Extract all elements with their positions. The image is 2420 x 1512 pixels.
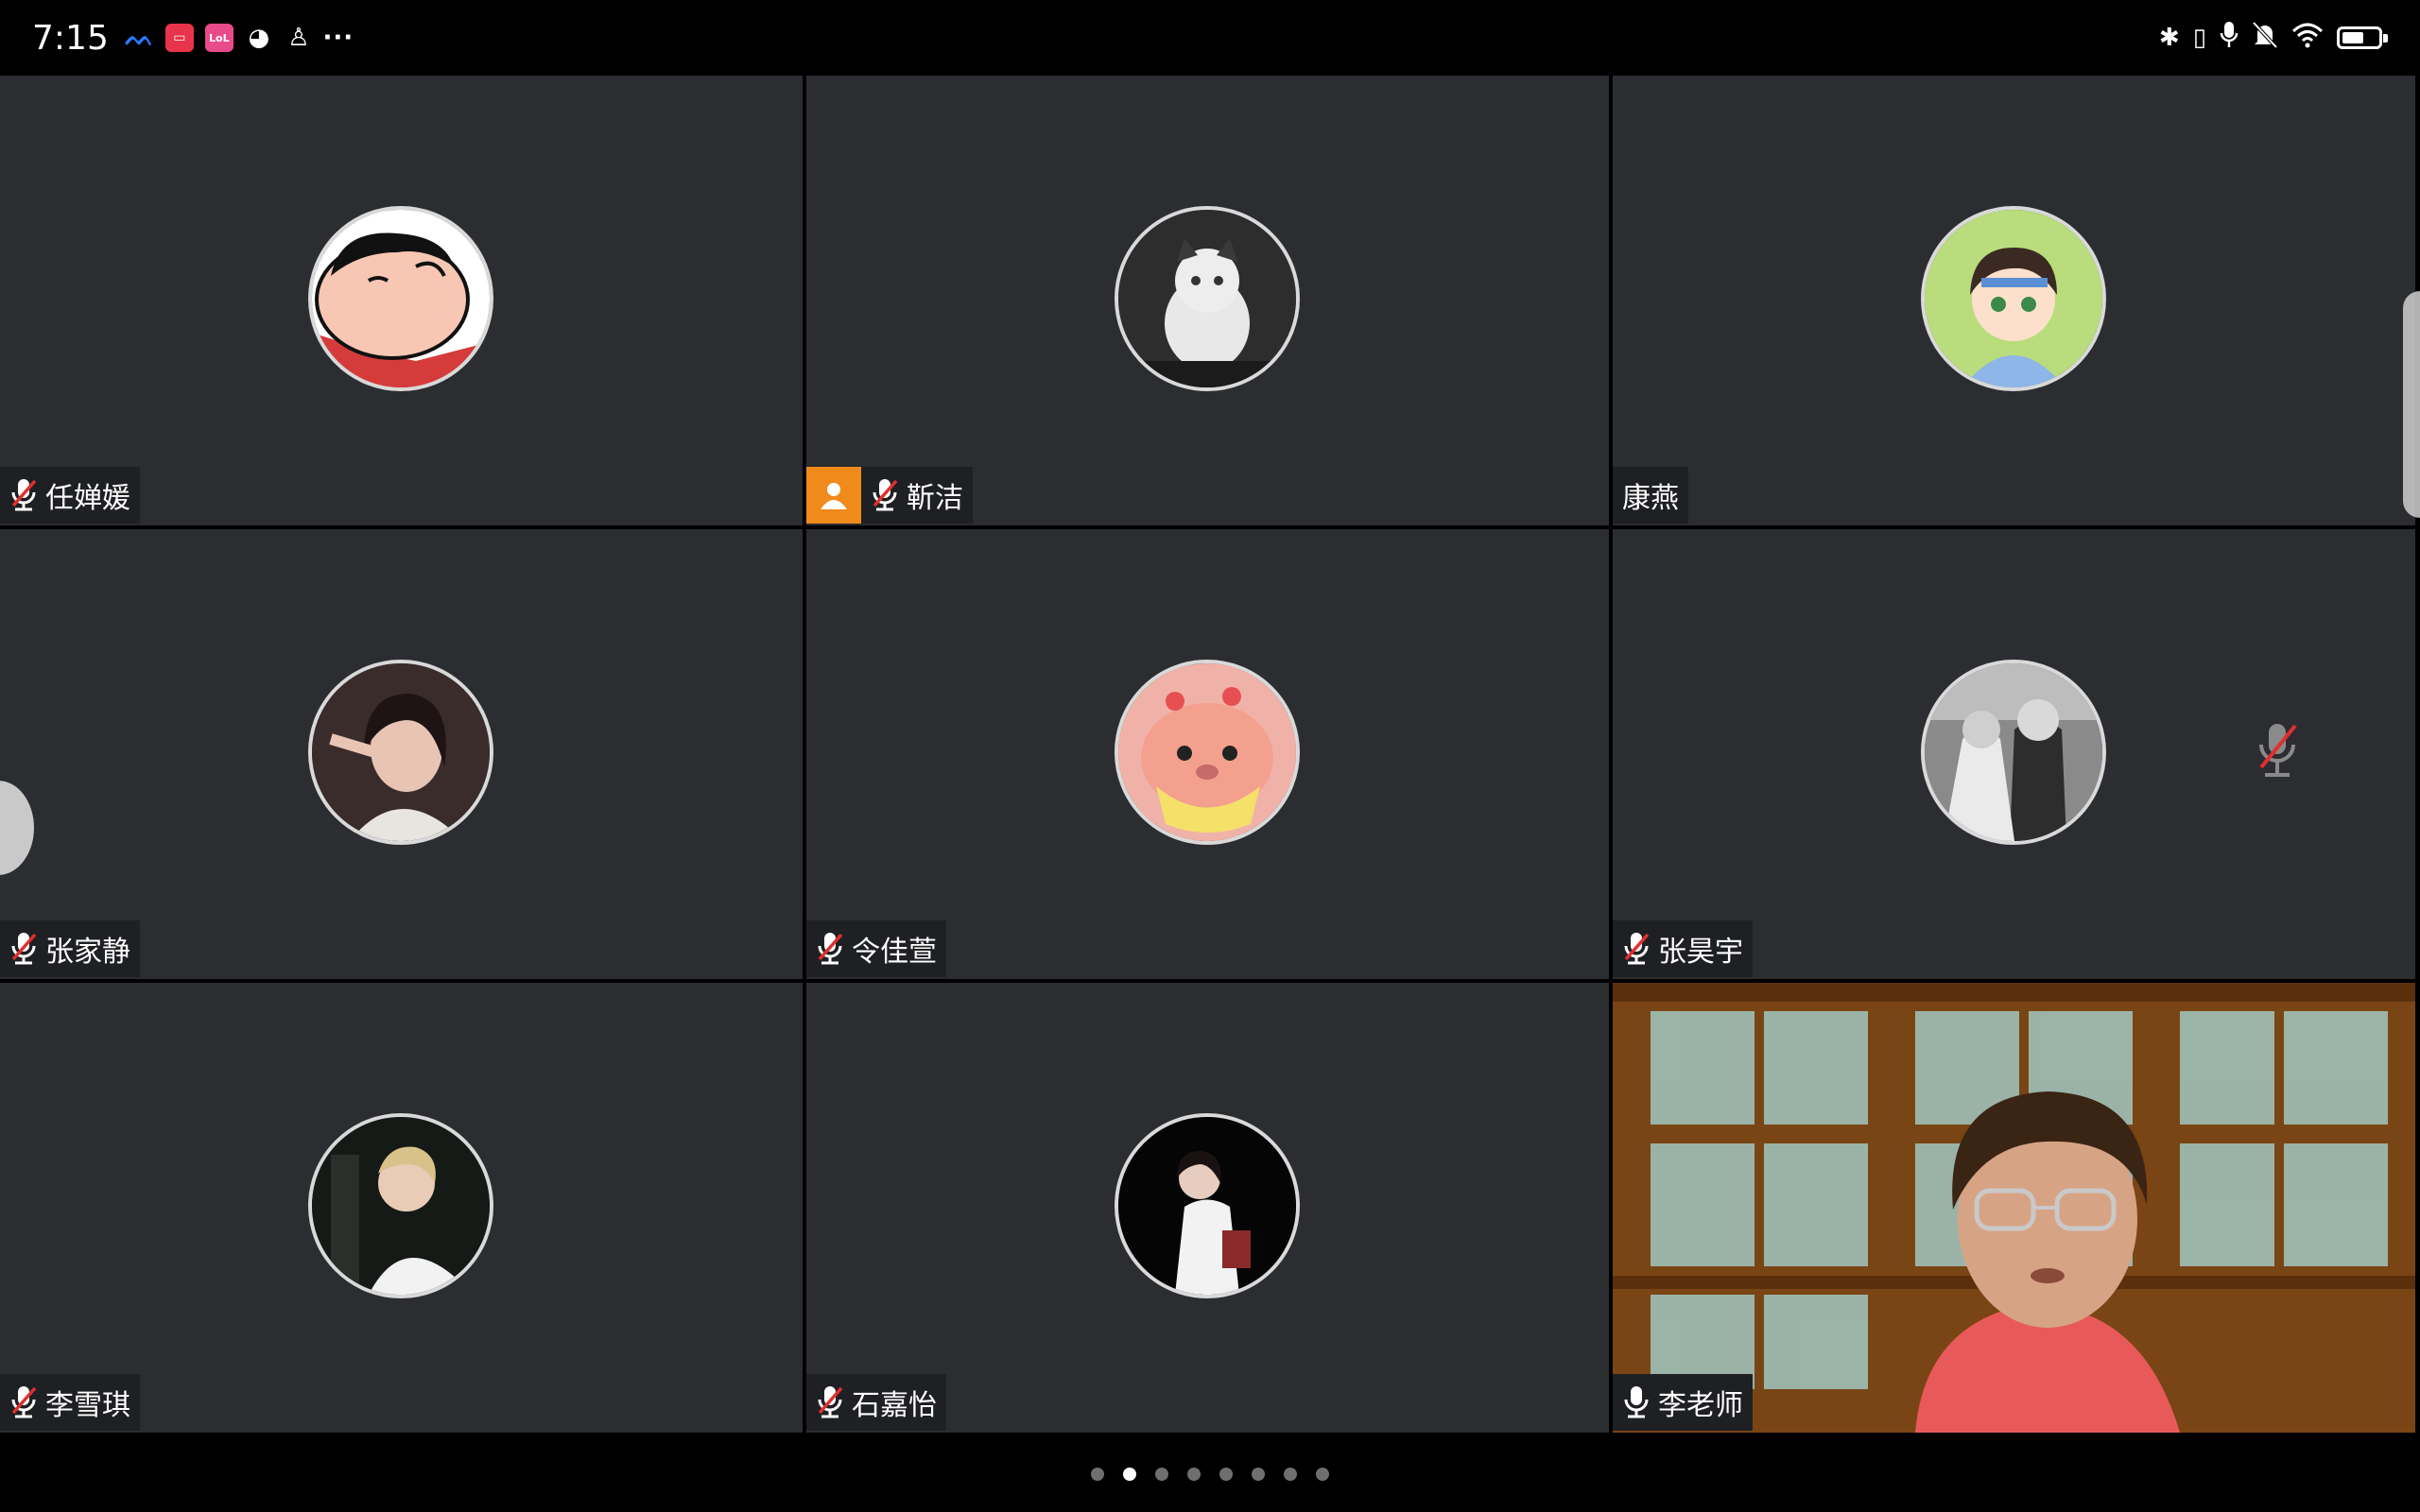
mic-muted-indicator-icon [2256,720,2299,784]
participant-nameplate: 靳洁 [861,467,973,524]
participant-avatar [1115,660,1300,845]
participant-video-tile[interactable]: 李老师 [1613,983,2415,1433]
video-grid: 任婵媛 靳洁 康燕 张家静 令佳萱 张昊宇 李雪琪 石嘉怡 李老师 [0,76,2416,1436]
participant-nameplate: 张家静 [0,920,140,977]
page-dot-active[interactable] [1123,1468,1136,1481]
page-dot[interactable] [1252,1468,1265,1481]
participant-tile[interactable]: 张昊宇 [1613,529,2415,979]
participant-nameplate: 李雪琪 [0,1374,140,1431]
mic-muted-icon [9,477,38,513]
participant-avatar [1115,1113,1300,1298]
microphone-icon [2220,21,2238,56]
participant-name: 靳洁 [907,482,963,515]
more-notifications-icon: ··· [322,24,354,52]
page-dot[interactable] [1155,1468,1168,1481]
participant-avatar [1921,660,2106,845]
participant-tile[interactable]: 石嘉怡 [806,983,1609,1433]
participant-avatar [308,206,493,391]
mic-on-icon [1622,1384,1651,1420]
mute-icon [2252,21,2278,56]
mic-muted-icon [1622,931,1651,967]
status-bar: 7:15 ᨓ ▭ LoL ◕ ♙ ··· ✱ ▯ [0,0,2420,76]
participant-name: 任婵媛 [45,482,130,515]
participant-tile[interactable]: 张家静 [0,529,803,979]
participant-nameplate: 令佳萱 [806,920,946,977]
pink-app-icon: LoL [204,24,233,52]
meeting-app-icon: ᨓ [125,23,155,52]
page-indicator[interactable] [0,1436,2420,1512]
bluetooth-icon: ✱ [2158,24,2180,52]
participant-avatar [1115,206,1300,391]
side-panel-handle[interactable] [2403,291,2420,518]
participant-avatar [308,660,493,845]
red-app-icon: ▭ [164,24,194,52]
participant-nameplate: 康燕 [1613,467,1688,524]
participant-tile[interactable]: 李雪琪 [0,983,803,1433]
participant-name: 康燕 [1622,482,1679,515]
page-dot[interactable] [1316,1468,1329,1481]
participant-name: 石嘉怡 [852,1389,937,1422]
host-badge-icon [806,467,861,524]
participant-tile[interactable]: 令佳萱 [806,529,1609,979]
wechat-icon: ◕ [248,24,270,52]
participant-nameplate: 李老师 [1613,1374,1753,1431]
mic-muted-icon [9,1384,38,1420]
mic-muted-icon [816,1384,844,1420]
participant-avatar [308,1113,493,1298]
page-dot[interactable] [1187,1468,1201,1481]
participant-tile[interactable]: 康燕 [1613,76,2415,525]
battery-icon [2337,26,2388,49]
participant-name: 张昊宇 [1658,936,1743,969]
mic-muted-icon [816,931,844,967]
teacher-video-feed [1613,983,2415,1433]
participant-name: 令佳萱 [852,936,937,969]
page-dot[interactable] [1284,1468,1297,1481]
mic-muted-icon [871,477,899,513]
page-dot[interactable] [1219,1468,1233,1481]
participant-name: 李老师 [1658,1389,1743,1422]
participant-nameplate: 石嘉怡 [806,1374,946,1431]
participant-tile[interactable]: 任婵媛 [0,76,803,525]
participant-name: 张家静 [45,936,130,969]
wifi-icon [2291,22,2324,55]
participant-nameplate: 任婵媛 [0,467,140,524]
page-dot[interactable] [1091,1468,1104,1481]
participant-tile[interactable]: 靳洁 [806,76,1609,525]
participant-avatar [1921,206,2106,391]
participant-name: 李雪琪 [45,1389,130,1422]
qq-icon: ♙ [287,24,310,52]
vibrate-icon: ▯ [2192,24,2206,52]
participant-nameplate: 张昊宇 [1613,920,1753,977]
status-time: 7:15 [32,18,109,58]
mic-muted-icon [9,931,38,967]
